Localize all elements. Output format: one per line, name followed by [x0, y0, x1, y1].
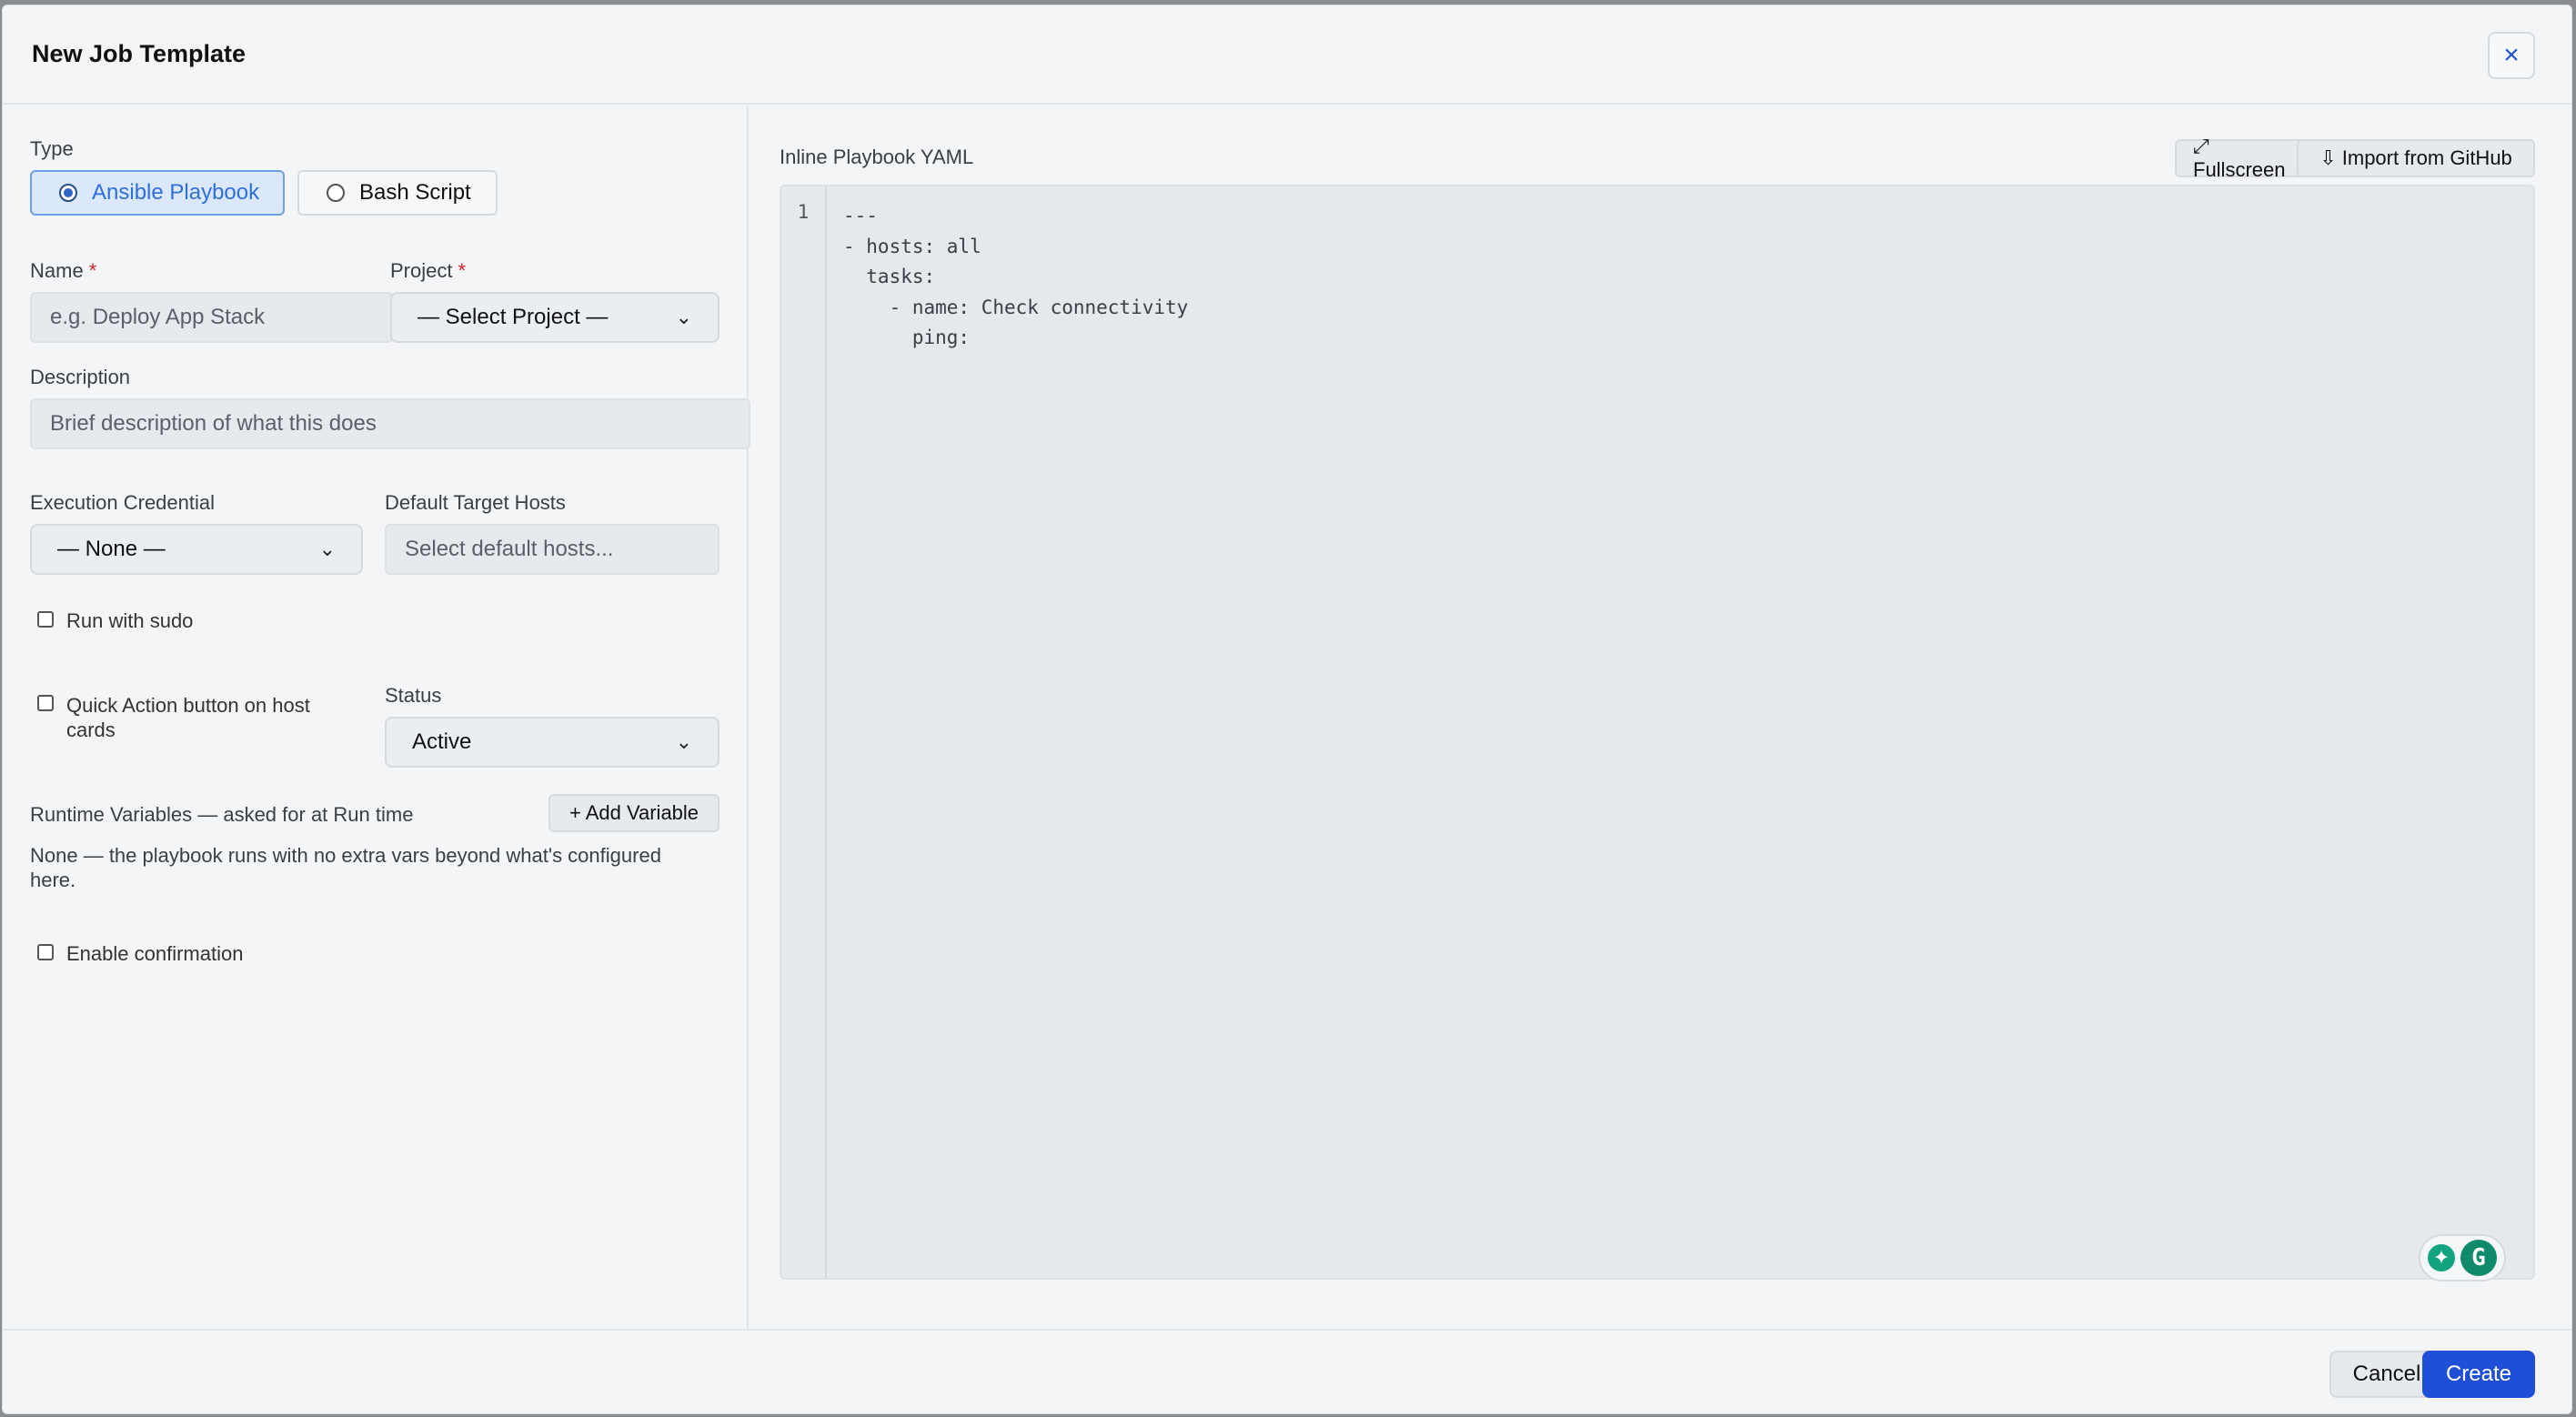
- type-option-ansible[interactable]: Ansible Playbook: [30, 170, 285, 216]
- modal-footer: Cancel Create: [3, 1329, 2571, 1413]
- sudo-label: Run with sudo: [66, 609, 194, 632]
- quick-action-label: Quick Action button on host cards: [66, 694, 310, 741]
- radio-icon: [59, 184, 77, 202]
- quick-action-checkbox-row[interactable]: Quick Action button on host cards: [30, 693, 357, 742]
- type-label: Type: [30, 137, 74, 160]
- hosts-input[interactable]: Select default hosts...: [385, 524, 719, 575]
- editor-pane: Inline Playbook YAML ⤢ Fullscreen ⇩ Impo…: [750, 106, 2571, 1331]
- chevron-down-icon: ⌄: [318, 538, 336, 560]
- name-label: Name *: [30, 259, 97, 282]
- confirmation-checkbox[interactable]: [37, 944, 54, 960]
- description-label: Description: [30, 366, 131, 388]
- form-pane: Type Ansible Playbook Bash Script Name * …: [3, 106, 750, 1331]
- hosts-label: Default Target Hosts: [385, 491, 566, 514]
- project-select-value: — Select Project —: [418, 305, 609, 329]
- sudo-checkbox-row[interactable]: Run with sudo: [37, 609, 193, 633]
- sudo-checkbox[interactable]: [37, 611, 54, 628]
- close-icon: ×: [2503, 40, 2520, 70]
- job-template-modal: New Job Template × Type Ansible Playbook…: [2, 5, 2572, 1414]
- confirmation-label: Enable confirmation: [66, 942, 244, 965]
- project-label: Project *: [390, 259, 467, 282]
- radio-icon: [327, 184, 345, 202]
- grammarly-widget[interactable]: ✦ G: [2419, 1234, 2506, 1281]
- credential-select-value: — None —: [57, 537, 166, 561]
- name-input[interactable]: e.g. Deploy App Stack: [30, 292, 394, 343]
- add-variable-button[interactable]: + Add Variable: [548, 794, 719, 832]
- editor-label: Inline Playbook YAML: [780, 146, 974, 168]
- code-content[interactable]: --- - hosts: all tasks: - name: Check co…: [843, 201, 1188, 354]
- status-label: Status: [385, 684, 442, 707]
- yaml-editor[interactable]: 1 --- - hosts: all tasks: - name: Check …: [780, 185, 2535, 1281]
- status-select[interactable]: Active ⌄: [385, 717, 719, 768]
- grammarly-icon[interactable]: G: [2460, 1240, 2497, 1276]
- type-option-bash[interactable]: Bash Script: [297, 170, 498, 216]
- type-option-label: Bash Script: [359, 180, 471, 205]
- credential-label: Execution Credential: [30, 491, 216, 514]
- modal-title: New Job Template: [32, 40, 247, 67]
- runtime-vars-empty-text: None — the playbook runs with no extra v…: [30, 844, 661, 891]
- bulb-icon[interactable]: ✦: [2428, 1244, 2455, 1271]
- create-button[interactable]: Create: [2422, 1351, 2535, 1398]
- project-select[interactable]: — Select Project — ⌄: [390, 292, 719, 343]
- description-input[interactable]: Brief description of what this does: [30, 398, 750, 449]
- close-button[interactable]: ×: [2488, 32, 2535, 79]
- modal-header: New Job Template ×: [3, 5, 2571, 105]
- type-option-label: Ansible Playbook: [92, 180, 260, 205]
- line-number-gutter: 1: [781, 186, 827, 1278]
- quick-action-checkbox[interactable]: [37, 695, 54, 711]
- chevron-down-icon: ⌄: [675, 306, 692, 328]
- chevron-down-icon: ⌄: [675, 730, 692, 753]
- confirmation-checkbox-row[interactable]: Enable confirmation: [37, 942, 243, 966]
- import-github-button[interactable]: ⇩ Import from GitHub: [2297, 139, 2535, 177]
- runtime-vars-label: Runtime Variables — asked for at Run tim…: [30, 803, 414, 826]
- credential-select[interactable]: — None — ⌄: [30, 524, 363, 575]
- status-select-value: Active: [412, 729, 472, 754]
